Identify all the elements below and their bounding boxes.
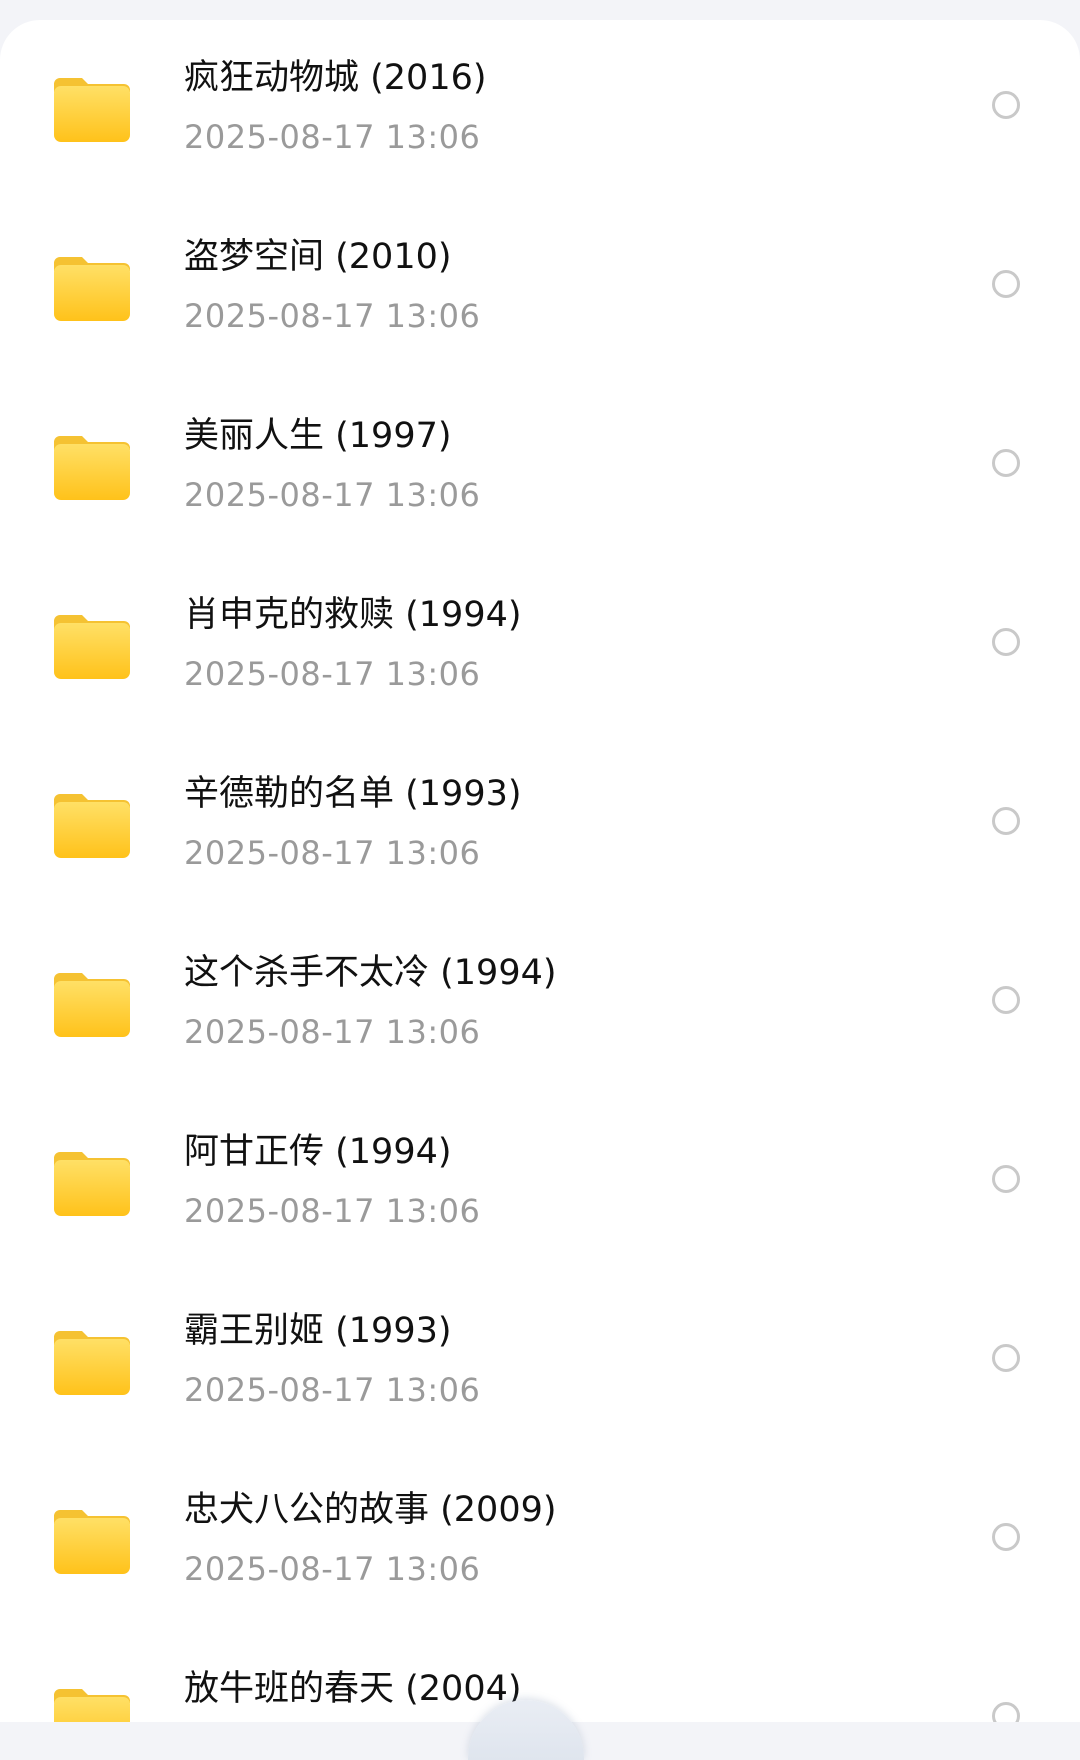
folder-icon <box>54 74 130 142</box>
select-radio[interactable] <box>992 91 1020 119</box>
folder-icon <box>54 969 130 1037</box>
select-radio[interactable] <box>992 807 1020 835</box>
select-radio[interactable] <box>992 270 1020 298</box>
folder-date: 2025-08-17 13:06 <box>184 655 481 693</box>
folder-name: 美丽人生 (1997) <box>184 416 452 456</box>
folder-date: 2025-08-17 13:06 <box>184 1013 481 1051</box>
folder-icon <box>54 1685 130 1722</box>
list-item[interactable]: 美丽人生 (1997) 2025-08-17 13:06 <box>0 358 1080 537</box>
file-list-sheet: 疯狂动物城 (2016) 2025-08-17 13:06 盗梦空间 (2010… <box>0 20 1080 1722</box>
folder-date: 2025-08-17 13:06 <box>184 1371 481 1409</box>
list-item[interactable]: 肖申克的救赎 (1994) 2025-08-17 13:06 <box>0 537 1080 716</box>
folder-name: 忠犬八公的故事 (2009) <box>184 1490 557 1530</box>
folder-icon <box>54 790 130 858</box>
select-radio[interactable] <box>992 1344 1020 1372</box>
folder-name: 霸王别姬 (1993) <box>184 1311 452 1351</box>
folder-name: 盗梦空间 (2010) <box>184 237 452 277</box>
folder-name: 肖申克的救赎 (1994) <box>184 595 522 635</box>
folder-date: 2025-08-17 13:06 <box>184 118 481 156</box>
select-radio[interactable] <box>992 628 1020 656</box>
file-list: 疯狂动物城 (2016) 2025-08-17 13:06 盗梦空间 (2010… <box>0 20 1080 1722</box>
list-item[interactable]: 阿甘正传 (1994) 2025-08-17 13:06 <box>0 1074 1080 1253</box>
select-radio[interactable] <box>992 449 1020 477</box>
list-item[interactable]: 忠犬八公的故事 (2009) 2025-08-17 13:06 <box>0 1432 1080 1611</box>
folder-name: 疯狂动物城 (2016) <box>184 58 487 98</box>
folder-icon <box>54 1327 130 1395</box>
folder-date: 2025-08-17 13:06 <box>184 1550 481 1588</box>
select-radio[interactable] <box>992 1523 1020 1551</box>
select-radio[interactable] <box>992 1702 1020 1722</box>
folder-name: 放牛班的春天 (2004) <box>184 1669 522 1709</box>
list-item[interactable]: 这个杀手不太冷 (1994) 2025-08-17 13:06 <box>0 895 1080 1074</box>
folder-name: 阿甘正传 (1994) <box>184 1132 452 1172</box>
list-item[interactable]: 霸王别姬 (1993) 2025-08-17 13:06 <box>0 1253 1080 1432</box>
select-radio[interactable] <box>992 1165 1020 1193</box>
folder-icon <box>54 432 130 500</box>
list-item[interactable]: 疯狂动物城 (2016) 2025-08-17 13:06 <box>0 20 1080 179</box>
folder-icon <box>54 1148 130 1216</box>
folder-date: 2025-08-17 13:06 <box>184 834 481 872</box>
folder-date: 2025-08-17 13:06 <box>184 476 481 514</box>
folder-name: 辛德勒的名单 (1993) <box>184 774 522 814</box>
folder-icon <box>54 1506 130 1574</box>
list-item[interactable]: 盗梦空间 (2010) 2025-08-17 13:06 <box>0 179 1080 358</box>
select-radio[interactable] <box>992 986 1020 1014</box>
folder-date: 2025-08-17 13:06 <box>184 297 481 335</box>
folder-icon <box>54 611 130 679</box>
folder-name: 这个杀手不太冷 (1994) <box>184 953 557 993</box>
folder-icon <box>54 253 130 321</box>
list-item[interactable]: 辛德勒的名单 (1993) 2025-08-17 13:06 <box>0 716 1080 895</box>
folder-date: 2025-08-17 13:06 <box>184 1192 481 1230</box>
